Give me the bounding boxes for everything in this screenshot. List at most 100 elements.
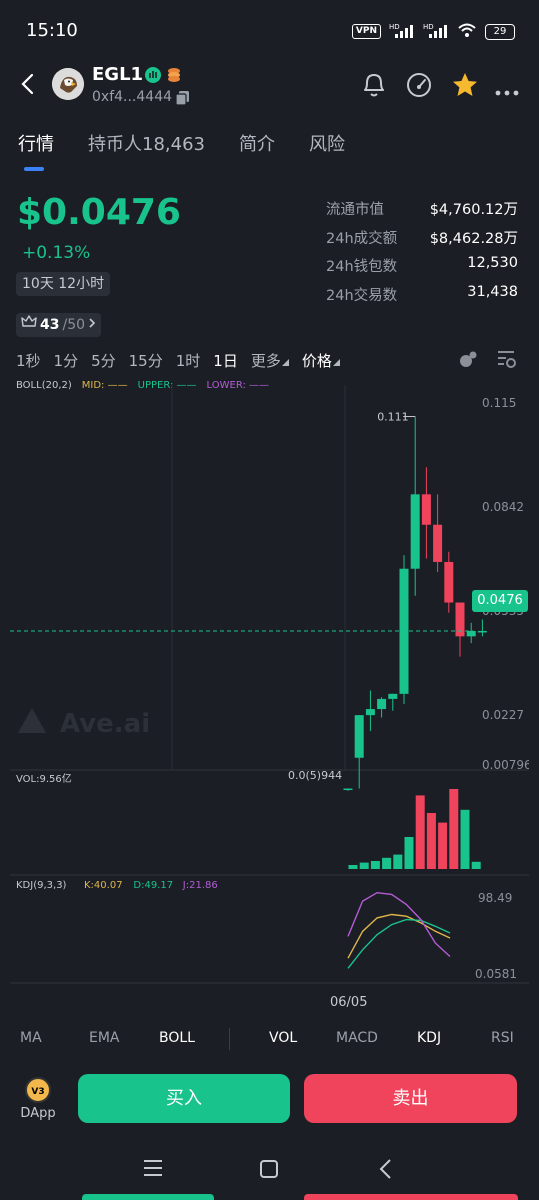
candle <box>365 709 375 716</box>
indicator-divider <box>229 1028 230 1050</box>
back-nav-icon[interactable] <box>378 1158 394 1184</box>
kdj-line-j <box>347 891 451 958</box>
indicator-boll[interactable]: BOLL <box>159 1030 195 1046</box>
score-badge[interactable]: 43/50 <box>16 313 102 337</box>
kdj-d-value: D:49.17 <box>133 880 173 891</box>
buy-button[interactable]: 买入 <box>78 1074 290 1123</box>
volume-bar <box>449 789 459 869</box>
tab-market[interactable]: 行情 <box>18 130 54 156</box>
indicator-macd[interactable]: MACD <box>336 1030 378 1046</box>
battery-icon: 29 <box>485 23 515 40</box>
score-value: 43 <box>40 317 60 333</box>
indicator-rsi[interactable]: RSI <box>491 1030 514 1046</box>
system-nav-bar <box>0 1148 539 1188</box>
back-icon[interactable] <box>18 72 38 100</box>
tab-holders[interactable]: 持币人18,463 <box>88 130 205 156</box>
copy-icon[interactable] <box>175 90 189 109</box>
indicator-ma[interactable]: MA <box>20 1030 42 1046</box>
sell-button[interactable]: 卖出 <box>304 1074 517 1123</box>
token-header: EGL1 0xf4...4444 <box>0 64 539 110</box>
y-axis-tick: 0.0842 <box>482 500 524 514</box>
candle <box>466 630 476 637</box>
candle <box>421 494 431 525</box>
v3-icon: V3 <box>25 1077 51 1103</box>
timeframe-5m[interactable]: 5分 <box>91 350 116 371</box>
wifi-icon <box>457 22 477 41</box>
dapp-label: DApp <box>20 1106 56 1121</box>
timeframe-bar: 1秒 1分 5分 15分 1时 1日 更多 价格 <box>16 350 340 371</box>
draw-tool-icon[interactable] <box>456 347 480 375</box>
tab-intro[interactable]: 简介 <box>239 130 275 156</box>
timeframe-more-label: 更多 <box>250 352 281 370</box>
stat-row: 24h成交额 $8,462.28万 <box>326 227 518 256</box>
timeframe-1h[interactable]: 1时 <box>176 350 201 371</box>
verified-hand-icon <box>144 66 162 88</box>
status-icons: VPN HD HD 29 <box>351 22 515 41</box>
volume-bar <box>393 854 403 869</box>
volume-bar <box>426 813 436 869</box>
timeframe-15m[interactable]: 15分 <box>129 350 163 371</box>
y-axis-tick: 0.115 <box>482 396 516 410</box>
volume-label: VOL:9.56亿 <box>16 772 72 785</box>
timeframe-more[interactable]: 更多 <box>251 350 289 371</box>
contract-address: 0xf4...4444 <box>92 89 173 105</box>
indicator-ema[interactable]: EMA <box>89 1030 120 1046</box>
timeframe-1m[interactable]: 1分 <box>54 350 79 371</box>
action-bar: V3 DApp 买入 卖出 <box>0 1073 539 1127</box>
chevron-right-icon <box>88 313 96 337</box>
timeframe-1s[interactable]: 1秒 <box>16 350 41 371</box>
star-icon[interactable] <box>451 71 479 103</box>
y-axis-tick: 0.0227 <box>482 708 524 722</box>
candle <box>433 524 443 562</box>
buy-button-peek <box>82 1194 214 1200</box>
price-mode-label: 价格 <box>301 352 332 370</box>
token-name: EGL1 <box>92 64 144 85</box>
svg-text:HD: HD <box>389 23 400 31</box>
volume-bar <box>370 861 380 869</box>
price-chart[interactable]: Ave.ai0.1150.08420.05350.02270.007960.11… <box>10 385 529 1010</box>
dapp-button[interactable]: V3 DApp <box>18 1077 58 1121</box>
token-avatar <box>52 68 84 100</box>
status-time: 15:10 <box>26 20 78 41</box>
stat-row: 流通市值 $4,760.12万 <box>326 198 518 227</box>
tab-risk[interactable]: 风险 <box>309 130 345 156</box>
dropdown-triangle-icon <box>281 359 289 366</box>
kdj-y-tick: 98.49 <box>478 891 512 905</box>
indicator-bar: MA EMA BOLL VOL MACD KDJ RSI <box>0 1028 539 1050</box>
dropdown-triangle-icon <box>332 359 340 366</box>
volume-bar <box>404 837 414 869</box>
kdj-line-k <box>347 913 451 959</box>
gauge-icon[interactable] <box>405 71 433 103</box>
stat-value: 31,438 <box>467 284 518 301</box>
timeframe-1d[interactable]: 1日 <box>213 350 238 371</box>
volume-bar <box>348 865 358 869</box>
price-mode-select[interactable]: 价格 <box>302 350 340 371</box>
y-axis-tick: 0.00796 <box>482 758 529 772</box>
signal-icon-2: HD <box>423 22 449 41</box>
watermark: Ave.ai <box>60 709 150 739</box>
volume-bar <box>471 861 481 869</box>
crown-icon <box>21 313 37 337</box>
main-tabs: 行情 持币人18,463 简介 风险 <box>18 130 345 156</box>
stat-label: 24h交易数 <box>326 288 398 305</box>
indicator-kdj[interactable]: KDJ <box>417 1030 441 1046</box>
sell-button-peek <box>304 1194 518 1200</box>
coin-stack-icon <box>165 66 183 88</box>
bell-icon[interactable] <box>361 71 387 103</box>
volume-bar <box>359 862 369 869</box>
home-icon[interactable] <box>259 1159 279 1183</box>
market-stats: 流通市值 $4,760.12万 24h成交额 $8,462.28万 24h钱包数 12… <box>326 198 518 313</box>
menu-icon[interactable] <box>143 1159 163 1181</box>
indicator-vol[interactable]: VOL <box>269 1030 297 1046</box>
stat-value: $8,462.28万 <box>429 230 518 247</box>
current-price-tag: 0.0476 <box>472 590 528 612</box>
price-change: +0.13% <box>22 243 91 263</box>
stat-label: 24h钱包数 <box>326 259 398 276</box>
tab-indicator <box>24 167 44 171</box>
chart-settings-icon[interactable] <box>495 348 519 374</box>
vpn-badge: VPN <box>351 24 381 39</box>
candle <box>388 693 398 699</box>
more-icon[interactable] <box>495 81 519 100</box>
kdj-line-d <box>347 918 451 969</box>
kdj-k-value: K:40.07 <box>84 880 123 891</box>
